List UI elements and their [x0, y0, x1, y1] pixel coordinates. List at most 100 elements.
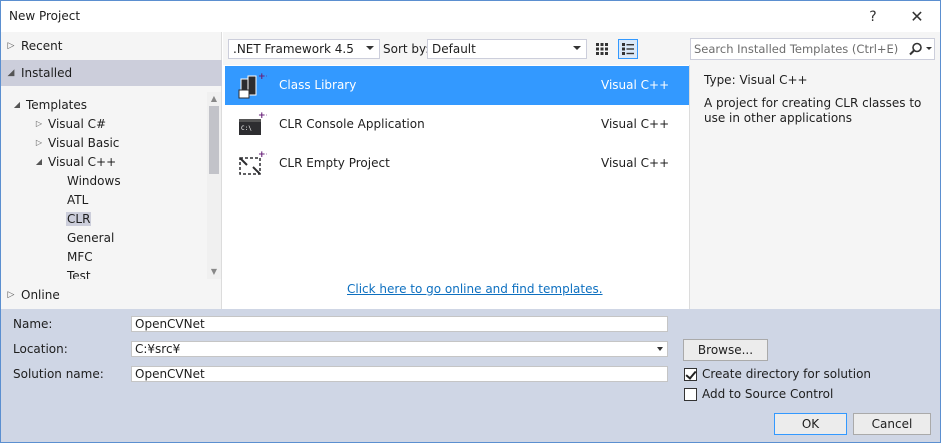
solution-name-label: Solution name:: [13, 367, 104, 381]
tree-item-atl[interactable]: ATL: [66, 190, 89, 209]
tree-item-label: Visual Basic: [48, 135, 120, 150]
cancel-button[interactable]: Cancel: [853, 413, 931, 435]
scroll-up-icon[interactable]: ▲: [207, 92, 221, 106]
nav-online[interactable]: ▷ Online: [1, 282, 222, 308]
sort-by-value: Default: [432, 42, 476, 56]
list-view-button[interactable]: [618, 39, 638, 59]
template-language: Visual C++: [601, 78, 670, 92]
expand-arrow-icon: ▷: [7, 41, 15, 51]
window-title: New Project: [9, 9, 81, 23]
source-control-option[interactable]: Add to Source Control: [684, 387, 833, 401]
chevron-down-icon: [366, 46, 374, 50]
description-pane: Type: Visual C++ A project for creating …: [689, 65, 940, 309]
sort-by-label: Sort by:: [383, 42, 430, 56]
browse-button[interactable]: Browse...: [683, 339, 768, 361]
svg-text:C:\: C:\: [241, 125, 252, 132]
close-icon: ✕: [910, 7, 924, 26]
template-row-clr-console-application[interactable]: C:\ ++ CLR Console Application Visual C+…: [225, 105, 689, 144]
tree-item-label: Visual C#: [48, 116, 107, 131]
tree-item-visual-cpp[interactable]: ◢ Visual C++: [31, 152, 117, 171]
chevron-down-icon: [573, 46, 581, 50]
location-dropdown[interactable]: C:¥src¥: [131, 341, 668, 357]
nav-installed[interactable]: ◢ Installed: [1, 60, 222, 86]
nav-recent-label: Recent: [21, 39, 63, 53]
tree-item-clr[interactable]: CLR: [66, 209, 92, 228]
nav-recent[interactable]: ▷ Recent: [1, 33, 222, 59]
tree-item-label: MFC: [67, 249, 93, 264]
tree-item-label: CLR: [66, 211, 92, 226]
create-directory-checkbox[interactable]: [684, 367, 697, 381]
search-input[interactable]: [694, 41, 899, 57]
tree-item-label: General: [67, 230, 115, 245]
title-bar: New Project ? ✕: [1, 1, 940, 32]
tree-item-visual-basic[interactable]: ▷ Visual Basic: [31, 133, 120, 152]
tree-item-templates[interactable]: ◢ Templates: [9, 95, 88, 114]
scrollbar-thumb[interactable]: [209, 106, 219, 174]
tree-item-label: Visual C++: [48, 154, 117, 169]
search-icon[interactable]: [907, 41, 933, 57]
tree-item-visual-csharp[interactable]: ▷ Visual C#: [31, 114, 107, 133]
tree-item-label: Windows: [67, 173, 121, 188]
location-label: Location:: [13, 342, 68, 356]
project-settings-form: Name: Location: C:¥src¥ Browse... Soluti…: [1, 309, 940, 442]
tree-item-windows[interactable]: Windows: [66, 171, 122, 190]
type-value: Visual C++: [739, 73, 808, 87]
template-toolbar: .NET Framework 4.5 Sort by: Default: [223, 32, 689, 65]
tree-item-test[interactable]: Test: [66, 266, 92, 280]
small-icons-view-button[interactable]: [592, 39, 612, 59]
help-button[interactable]: ?: [851, 1, 895, 32]
source-control-checkbox[interactable]: [684, 387, 697, 401]
nav-online-label: Online: [21, 288, 60, 302]
tree-item-mfc[interactable]: MFC: [66, 247, 94, 266]
console-app-icon: C:\ ++: [239, 111, 267, 135]
template-row-class-library[interactable]: ++ Class Library Visual C++: [225, 66, 689, 105]
source-control-label: Add to Source Control: [702, 387, 834, 401]
find-online-templates-link[interactable]: Click here to go online and find templat…: [347, 282, 603, 296]
tree-item-general[interactable]: General: [66, 228, 115, 247]
tree-item-label: Templates: [26, 97, 88, 112]
svg-text:++: ++: [258, 150, 267, 160]
template-name: CLR Console Application: [279, 117, 425, 131]
template-row-clr-empty-project[interactable]: ++ CLR Empty Project Visual C++: [225, 144, 689, 183]
template-list: ++ Class Library Visual C++ C:\ ++ CLR C…: [223, 65, 689, 309]
sort-by-dropdown[interactable]: Default: [427, 39, 587, 59]
scroll-down-icon[interactable]: ▼: [207, 265, 221, 279]
name-field[interactable]: [131, 316, 668, 332]
tree-item-label: Test: [67, 268, 91, 280]
class-library-icon: ++: [238, 72, 267, 99]
solution-name-field[interactable]: [131, 366, 668, 382]
svg-text:++: ++: [258, 72, 267, 82]
location-value: C:¥src¥: [135, 342, 181, 356]
template-tree: ◢ Templates ▷ Visual C# ▷ Visual Basic ◢…: [1, 92, 208, 280]
name-label: Name:: [13, 317, 53, 331]
empty-project-icon: ++: [239, 150, 267, 175]
template-language: Visual C++: [601, 156, 670, 170]
type-label: Type:: [704, 73, 736, 87]
search-pane: [689, 32, 940, 65]
collapse-arrow-icon: ◢: [35, 157, 43, 166]
tree-scrollbar[interactable]: ▲ ▼: [207, 92, 221, 279]
collapse-arrow-icon: ◢: [13, 100, 21, 109]
tree-item-label: ATL: [67, 192, 89, 207]
svg-text:++: ++: [258, 111, 267, 121]
new-project-dialog: New Project ? ✕ ▷ Recent ◢ Installed ◢ T…: [0, 0, 941, 443]
search-box[interactable]: [690, 38, 935, 60]
close-button[interactable]: ✕: [895, 1, 939, 32]
template-name: Class Library: [279, 78, 357, 92]
create-directory-label: Create directory for solution: [702, 367, 872, 381]
grid-view-icon: [596, 43, 608, 55]
expand-arrow-icon: ▷: [35, 119, 43, 128]
template-description: A project for creating CLR classes to us…: [704, 96, 922, 125]
create-directory-option[interactable]: Create directory for solution: [684, 367, 871, 381]
help-icon: ?: [869, 8, 877, 25]
template-name: CLR Empty Project: [279, 156, 390, 170]
collapse-arrow-icon: ◢: [7, 68, 15, 78]
ok-button[interactable]: OK: [774, 413, 847, 435]
framework-dropdown[interactable]: .NET Framework 4.5: [228, 39, 380, 59]
template-type: Type: Visual C++: [704, 73, 808, 87]
left-navigation-pane: ▷ Recent ◢ Installed ◢ Templates ▷ Visua…: [1, 32, 222, 309]
list-view-icon: [622, 43, 634, 55]
nav-installed-label: Installed: [21, 66, 73, 80]
expand-arrow-icon: ▷: [7, 290, 15, 300]
chevron-down-icon: [657, 347, 663, 351]
